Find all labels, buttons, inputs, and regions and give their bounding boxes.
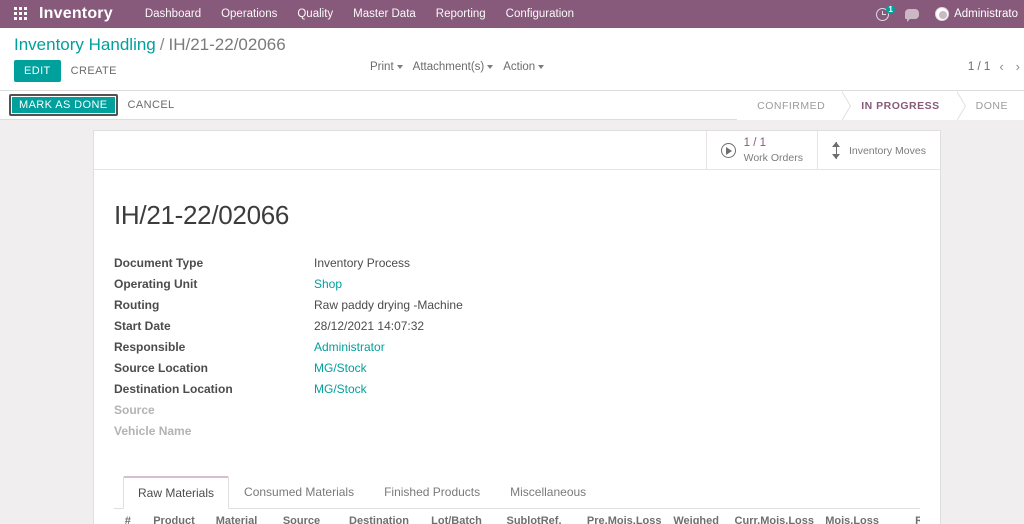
pager-next-button[interactable]: ›	[1016, 60, 1020, 73]
print-label: Print	[370, 61, 394, 73]
chevron-down-icon	[396, 64, 403, 69]
col-source[interactable]: Source	[266, 509, 337, 524]
status-step-confirmed[interactable]: CONFIRMED	[737, 90, 852, 121]
control-panel-actions: EDIT CREATE Print Attachment(s) Action 1…	[0, 57, 1024, 90]
attachments-dropdown[interactable]: Attachment(s)	[413, 61, 494, 73]
tab-finished-products[interactable]: Finished Products	[369, 476, 495, 509]
breadcrumb-separator: /	[159, 35, 165, 54]
col-sublot-ref[interactable]: SublotRef.	[491, 509, 577, 524]
work-orders-label: Work Orders	[743, 152, 803, 165]
tab-raw-materials[interactable]: Raw Materials	[123, 476, 230, 509]
col-weighed-qty[interactable]: Weighed Qty	[666, 509, 724, 524]
value-vehicle-name	[314, 421, 734, 442]
value-document-type: Inventory Process	[314, 256, 411, 270]
nav-item-reporting[interactable]: Reporting	[426, 2, 496, 26]
status-step-in-progress[interactable]: IN PROGRESS	[841, 90, 967, 121]
cp-dropdown-group: Print Attachment(s) Action	[370, 61, 545, 73]
label-operating-unit: Operating Unit	[114, 277, 198, 291]
label-source-location: Source Location	[114, 361, 209, 375]
content-area: 1 / 1 Work Orders Inventory Moves IH/21-…	[0, 120, 1024, 524]
pager: 1 / 1 ‹ ›	[967, 60, 1020, 73]
activity-count-badge: 1	[886, 4, 896, 14]
label-destination-location: Destination Location	[114, 382, 233, 396]
main-navbar: Inventory Dashboard Operations Quality M…	[0, 0, 1024, 28]
col-material-type[interactable]: Material Type	[206, 509, 267, 524]
nav-item-dashboard[interactable]: Dashboard	[135, 2, 211, 26]
mark-as-done-button[interactable]: MARK AS DONE	[9, 94, 118, 116]
stat-button-inventory-moves[interactable]: Inventory Moves	[816, 131, 940, 169]
statusbar-row: MARK AS DONE CANCEL CONFIRMED IN PROGRES…	[0, 90, 1024, 121]
col-product[interactable]: Product	[141, 509, 207, 524]
col-lot-batch-number[interactable]: Lot/Batch Number	[421, 509, 492, 524]
value-source	[314, 400, 734, 421]
play-circle-icon	[720, 142, 736, 158]
sheet-inner: IH/21-22/02066 Document Type Inventory P…	[94, 170, 940, 524]
page-title: IH/21-22/02066	[114, 200, 290, 230]
messages-button[interactable]	[897, 5, 927, 23]
nav-item-quality[interactable]: Quality	[287, 2, 343, 26]
tab-miscellaneous[interactable]: Miscellaneous	[495, 476, 601, 509]
table-header-row: # Product Material Type Source Destinati…	[114, 509, 920, 524]
tab-consumed-materials[interactable]: Consumed Materials	[229, 476, 369, 509]
label-vehicle-name: Vehicle Name	[114, 424, 192, 438]
pager-previous-button[interactable]: ‹	[999, 60, 1003, 73]
label-document-type: Document Type	[114, 256, 204, 270]
avatar	[935, 7, 950, 21]
form-fields-grid: Document Type Inventory Process Operatin…	[114, 253, 734, 442]
value-operating-unit[interactable]: Shop	[314, 274, 734, 295]
notebook-tabs: Raw Materials Consumed Materials Finishe…	[114, 476, 920, 509]
control-panel: Inventory Handling / IH/21-22/02066 EDIT C…	[0, 28, 1024, 91]
print-dropdown[interactable]: Print	[370, 61, 403, 73]
label-responsible: Responsible	[114, 340, 186, 354]
edit-button[interactable]: EDIT	[14, 60, 61, 82]
nav-item-configuration[interactable]: Configuration	[496, 2, 584, 26]
label-start-date: Start Date	[114, 319, 171, 333]
chevron-down-icon	[538, 64, 545, 69]
stat-button-box: 1 / 1 Work Orders Inventory Moves	[94, 131, 940, 170]
label-routing: Routing	[114, 298, 160, 312]
notebook: Raw Materials Consumed Materials Finishe…	[114, 476, 920, 524]
action-dropdown[interactable]: Action	[503, 61, 545, 73]
create-button[interactable]: CREATE	[61, 60, 127, 82]
attachments-label: Attachment(s)	[412, 61, 485, 73]
label-source: Source	[114, 403, 155, 417]
col-mois-loss-qty[interactable]: Mois.Loss Qty	[819, 509, 884, 524]
value-responsible[interactable]: Administrator	[314, 337, 734, 358]
stat-button-work-orders[interactable]: 1 / 1 Work Orders	[705, 131, 817, 169]
value-start-date: 28/12/2021 14:07:32	[314, 319, 425, 333]
app-brand-inventory[interactable]: Inventory	[39, 5, 113, 23]
nav-item-operations[interactable]: Operations	[211, 2, 287, 26]
raw-materials-list: # Product Material Type Source Destinati…	[114, 509, 920, 524]
activities-button[interactable]: 1	[868, 4, 897, 25]
value-routing: Raw paddy drying -Machine	[314, 298, 463, 312]
value-destination-location[interactable]: MG/Stock	[314, 379, 734, 400]
arrows-vertical-icon	[832, 141, 841, 159]
raw-materials-table: # Product Material Type Source Destinati…	[114, 509, 920, 524]
action-label: Action	[503, 61, 536, 73]
col-index[interactable]: #	[114, 509, 142, 524]
col-rate[interactable]: Rate	[884, 509, 920, 524]
nav-item-master-data[interactable]: Master Data	[343, 2, 426, 26]
col-pre-mois-loss[interactable]: Pre.Mois.Loss	[576, 509, 667, 524]
breadcrumb-root-link[interactable]: Inventory Handling	[14, 35, 156, 54]
inventory-moves-label: Inventory Moves	[848, 144, 926, 157]
status-pipeline: CONFIRMED IN PROGRESS DONE	[737, 90, 1024, 121]
navbar-menu: Dashboard Operations Quality Master Data…	[135, 2, 584, 26]
apps-grid-icon[interactable]	[14, 6, 29, 22]
breadcrumb: Inventory Handling / IH/21-22/02066	[0, 28, 1024, 57]
form-sheet: 1 / 1 Work Orders Inventory Moves IH/21-…	[93, 130, 941, 524]
work-orders-value: 1 / 1	[743, 136, 767, 149]
chevron-down-icon	[487, 64, 494, 69]
breadcrumb-current: IH/21-22/02066	[168, 35, 286, 54]
col-curr-mois-loss[interactable]: Curr.Mois.Loss	[724, 509, 819, 524]
col-destination[interactable]: Destination	[336, 509, 422, 524]
user-menu[interactable]: Administrato	[927, 3, 1024, 25]
cancel-button[interactable]: CANCEL	[118, 94, 185, 116]
status-step-done[interactable]: DONE	[955, 91, 1024, 120]
navbar-right-tools: 1 Administrato	[868, 0, 1024, 28]
chat-icon	[905, 9, 920, 22]
value-source-location[interactable]: MG/Stock	[314, 358, 734, 379]
pager-value: 1 / 1	[967, 61, 991, 73]
user-name-label: Administrato	[954, 8, 1018, 20]
